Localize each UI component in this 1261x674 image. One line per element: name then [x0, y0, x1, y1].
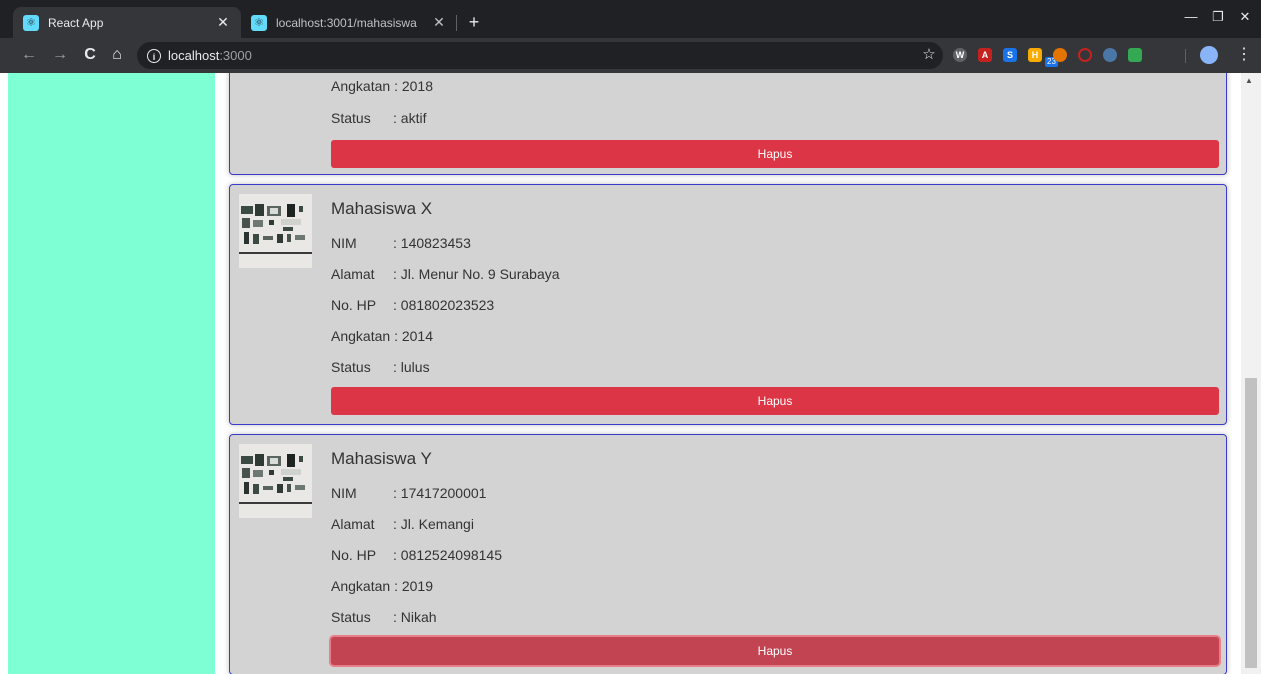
field-label: NIM — [331, 485, 357, 501]
page-left-edge — [0, 73, 8, 674]
field-value: : 140823453 — [393, 235, 471, 251]
field-label: Alamat — [331, 516, 375, 532]
vertical-scrollbar[interactable]: ▲ — [1241, 73, 1261, 674]
forward-icon[interactable]: → — [50, 45, 70, 65]
field-label: Status — [331, 110, 371, 126]
tab-title: localhost:3001/mahasiswa — [276, 15, 417, 30]
photo-image — [239, 194, 312, 268]
student-list: Angkatan : 2018 Status : aktif Hapus Maha… — [215, 73, 1241, 674]
react-favicon-icon: ⚛ — [251, 14, 267, 31]
student-field-status: Status : Nikah — [331, 609, 437, 625]
student-field-nohp: No. HP : 081802023523 — [331, 297, 494, 313]
extension-honey-icon[interactable]: H — [1028, 48, 1042, 62]
profile-avatar[interactable] — [1200, 46, 1218, 64]
student-field-status: Status : aktif — [331, 110, 426, 126]
field-value: : 0812524098145 — [393, 547, 502, 563]
restore-icon[interactable]: ❐ — [1207, 6, 1229, 28]
field-value: : lulus — [393, 359, 430, 375]
field-value: : 2018 — [394, 78, 433, 94]
student-card: Mahasiswa Y NIM : 17417200001 Alamat : Jl.… — [229, 434, 1227, 674]
tab-close-icon[interactable]: ✕ — [431, 14, 447, 31]
field-value: : 17417200001 — [393, 485, 487, 501]
extension-s-icon[interactable]: S — [1003, 48, 1017, 62]
new-tab-button[interactable]: + — [464, 11, 484, 33]
react-favicon-icon: ⚛ — [23, 14, 39, 31]
tab-react-app[interactable]: ⚛ React App ✕ — [13, 7, 241, 38]
home-icon[interactable]: ⌂ — [107, 45, 127, 65]
extension-puzzle-icon[interactable] — [1128, 48, 1142, 62]
browser-toolbar: ← → C ⌂ i localhost:3000 ☆ W A S H 23 ⋮ — [0, 38, 1261, 73]
toolbar-separator — [1185, 49, 1186, 63]
url-host: localhost — [168, 48, 220, 63]
student-field-alamat: Alamat : Jl. Menur No. 9 Surabaya — [331, 266, 560, 282]
sidebar-panel — [0, 73, 215, 674]
extension-opera-icon[interactable] — [1078, 48, 1092, 62]
field-value: : 2014 — [394, 328, 433, 344]
extension-vk-icon[interactable] — [1103, 48, 1117, 62]
field-label: Angkatan — [331, 328, 391, 344]
student-photo — [239, 194, 312, 268]
tab-close-icon[interactable]: ✕ — [215, 14, 231, 31]
student-name: Mahasiswa X — [331, 199, 433, 218]
tab-title: React App — [48, 15, 104, 30]
student-name: Mahasiswa Y — [331, 449, 432, 468]
student-field-angkatan: Angkatan : 2019 — [331, 578, 433, 594]
browser-tab-strip: ⚛ React App ✕ ⚛ localhost:3001/mahasiswa… — [0, 0, 1261, 38]
student-field-nim: NIM : 140823453 — [331, 235, 471, 251]
reload-icon[interactable]: C — [80, 45, 100, 65]
close-window-icon[interactable]: ✕ — [1234, 6, 1256, 28]
extension-pdf-icon[interactable]: A — [978, 48, 992, 62]
student-field-angkatan: Angkatan : 2014 — [331, 328, 433, 344]
site-info-icon[interactable]: i — [147, 48, 161, 63]
field-value: : Nikah — [393, 609, 437, 625]
tab-separator — [456, 15, 457, 31]
delete-button[interactable]: Hapus — [331, 387, 1219, 415]
tab-mahasiswa[interactable]: ⚛ localhost:3001/mahasiswa ✕ — [241, 7, 457, 38]
minimize-icon[interactable]: — — [1180, 6, 1202, 28]
field-value: : aktif — [393, 110, 427, 126]
back-icon[interactable]: ← — [19, 45, 39, 65]
page-viewport: Angkatan : 2018 Status : aktif Hapus Maha… — [0, 73, 1261, 674]
student-field-nim: NIM : 17417200001 — [331, 485, 486, 501]
url-port: :3000 — [219, 48, 252, 63]
field-label: Status — [331, 609, 371, 625]
scrollbar-thumb[interactable] — [1245, 378, 1257, 668]
delete-button[interactable]: Hapus — [331, 140, 1219, 168]
field-label: No. HP — [331, 547, 377, 563]
student-field-alamat: Alamat : Jl. Kemangi — [331, 516, 474, 532]
field-label: Angkatan — [331, 578, 391, 594]
field-value: : 081802023523 — [393, 297, 495, 313]
field-label: No. HP — [331, 297, 377, 313]
extension-cookie-icon[interactable] — [1053, 48, 1067, 62]
extension-w-icon[interactable]: W — [953, 48, 967, 62]
student-photo — [239, 444, 312, 518]
bookmark-star-icon[interactable]: ☆ — [919, 45, 939, 65]
student-card: Mahasiswa X NIM : 140823453 Alamat : Jl. M… — [229, 184, 1227, 425]
student-field-status: Status : lulus — [331, 359, 430, 375]
field-value: : 2019 — [394, 578, 433, 594]
student-field-nohp: No. HP : 0812524098145 — [331, 547, 502, 563]
field-value: : Jl. Kemangi — [393, 516, 474, 532]
field-label: Status — [331, 359, 371, 375]
delete-button[interactable]: Hapus — [331, 637, 1219, 665]
field-label: Angkatan — [331, 78, 391, 94]
student-card: Angkatan : 2018 Status : aktif Hapus — [229, 73, 1227, 175]
student-field-angkatan: Angkatan : 2018 — [331, 78, 433, 94]
menu-kebab-icon[interactable]: ⋮ — [1236, 45, 1252, 65]
field-label: Alamat — [331, 266, 375, 282]
photo-image — [239, 444, 312, 518]
scroll-up-arrow-icon[interactable]: ▲ — [1245, 76, 1253, 85]
address-bar[interactable]: i localhost:3000 — [137, 42, 943, 69]
field-label: NIM — [331, 235, 357, 251]
field-value: : Jl. Menur No. 9 Surabaya — [393, 266, 560, 282]
